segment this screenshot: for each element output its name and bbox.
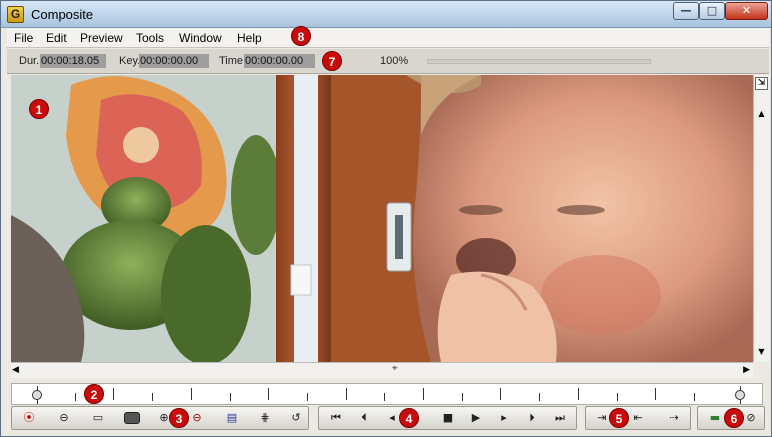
time-field[interactable]: 00:00:00.00 — [244, 54, 315, 68]
bottom-toolbar: ⦿ ⊖ ▭ ⊕ ⊖ ▤ ⋕ ↺ 3 ⏮ ⏴ ◂ ■ ▶ ▸ ⏵ ⏭ 4 ⇥ ⇤ … — [7, 406, 769, 433]
step-forward-icon[interactable]: ▸ — [493, 410, 515, 426]
start-marker-handle[interactable] — [32, 390, 42, 400]
video-preview[interactable]: 1 — [11, 75, 753, 362]
scroll-thumb-icon[interactable]: ⌖ — [392, 363, 398, 374]
timeline-tick — [268, 388, 269, 400]
timeline-tick — [694, 393, 695, 401]
close-button[interactable]: ✕ — [725, 2, 768, 20]
timeline-tick — [617, 393, 618, 401]
menu-file[interactable]: File — [14, 31, 33, 45]
layer-icon[interactable]: ▭ — [89, 410, 107, 426]
callout-badge-3: 3 — [169, 408, 189, 428]
zoom-level: 100% — [380, 55, 409, 67]
time-status-bar: Dur. 00:00:18.05 Key. 00:00:00.00 Time 0… — [7, 49, 769, 74]
in-out-group: ⇥ ⇤ ⇢ 5 — [585, 406, 691, 430]
render-icon[interactable]: ▬ — [704, 410, 726, 426]
color-bars-icon[interactable]: ▤ — [223, 410, 241, 426]
timeline-tick — [191, 388, 192, 400]
callout-badge-6: 6 — [724, 408, 744, 428]
timeline-tick — [655, 388, 656, 400]
grid-icon[interactable]: ⋕ — [257, 410, 273, 426]
previous-key-icon[interactable]: ⏴ — [353, 410, 375, 426]
go-to-start-icon[interactable]: ⏮ — [325, 410, 347, 426]
menu-preview[interactable]: Preview — [80, 31, 123, 45]
callout-badge-2: 2 — [84, 384, 104, 404]
window-title: Composite — [31, 7, 94, 22]
scroll-left-icon[interactable]: ◀ — [12, 365, 19, 375]
zoom-slider[interactable] — [427, 59, 651, 64]
key-label: Key. — [119, 55, 141, 67]
go-to-out-icon[interactable]: ⇢ — [664, 410, 684, 426]
zoom-out-icon[interactable]: ⊖ — [190, 410, 204, 426]
minimize-button[interactable]: — — [673, 2, 699, 20]
play-icon[interactable]: ▶ — [465, 410, 487, 426]
timeline-tick — [230, 393, 231, 401]
duration-label: Dur. — [19, 55, 40, 67]
scroll-up-icon[interactable]: ▲ — [756, 109, 767, 119]
preview-frame-image — [11, 75, 753, 362]
duration-field[interactable]: 00:00:18.05 — [40, 54, 106, 68]
scroll-down-icon[interactable]: ▼ — [756, 347, 767, 357]
timeline-tick — [578, 388, 579, 400]
callout-badge-5: 5 — [609, 408, 629, 428]
keyframe-icon[interactable]: ⊖ — [56, 410, 72, 426]
menu-window[interactable]: Window — [179, 31, 222, 45]
key-field[interactable]: 00:00:00.00 — [139, 54, 209, 68]
record-icon[interactable]: ⦿ — [20, 410, 38, 426]
title-bar[interactable]: G Composite — □ ✕ — [1, 1, 771, 28]
time-label: Time — [219, 55, 244, 67]
end-marker-handle[interactable] — [735, 390, 745, 400]
timeline-tick — [384, 393, 385, 401]
timeline-ruler[interactable]: 2 — [11, 383, 763, 405]
fit-view-icon[interactable]: ⇲ — [755, 77, 768, 90]
mask-shape-icon[interactable] — [124, 412, 140, 424]
callout-badge-4: 4 — [399, 408, 419, 428]
scroll-right-icon[interactable]: ▶ — [743, 365, 750, 375]
horizontal-scrollbar[interactable]: ◀ ⌖ ▶ — [11, 362, 753, 378]
timeline-tick — [346, 388, 347, 400]
app-logo-icon: G — [7, 6, 24, 23]
timeline-tick — [462, 393, 463, 401]
vertical-scrollbar[interactable]: ⇲ ▲ ▼ — [753, 75, 769, 362]
timeline-tick — [539, 393, 540, 401]
mark-out-icon[interactable]: ⇤ — [628, 410, 648, 426]
timeline-tick — [307, 393, 308, 401]
timeline-tick — [113, 388, 114, 400]
next-key-icon[interactable]: ⏵ — [521, 410, 543, 426]
go-to-end-icon[interactable]: ⏭ — [549, 410, 571, 426]
menu-edit[interactable]: Edit — [46, 31, 67, 45]
loop-icon[interactable]: ↺ — [288, 410, 304, 426]
callout-badge-8: 8 — [291, 26, 311, 46]
timeline-tick — [423, 388, 424, 400]
menu-bar: File Edit Preview Tools Window Help 8 — [7, 26, 769, 48]
timeline-tick — [500, 388, 501, 400]
edit-tools-group: ⦿ ⊖ ▭ ⊕ ⊖ ▤ ⋕ ↺ 3 — [11, 406, 309, 430]
disable-icon[interactable]: ⊘ — [742, 410, 760, 426]
timeline-tick — [152, 393, 153, 401]
maximize-button[interactable]: □ — [699, 2, 725, 20]
composite-window: G Composite — □ ✕ File Edit Preview Tool… — [0, 0, 772, 437]
timeline-tick — [75, 393, 76, 401]
stop-icon[interactable]: ■ — [437, 410, 459, 426]
callout-badge-1: 1 — [29, 99, 49, 119]
callout-badge-7: 7 — [322, 51, 342, 71]
menu-tools[interactable]: Tools — [136, 31, 164, 45]
transport-controls-group: ⏮ ⏴ ◂ ■ ▶ ▸ ⏵ ⏭ 4 — [318, 406, 577, 430]
menu-help[interactable]: Help — [237, 31, 262, 45]
render-group: ▬ ⊘ 6 — [697, 406, 765, 430]
